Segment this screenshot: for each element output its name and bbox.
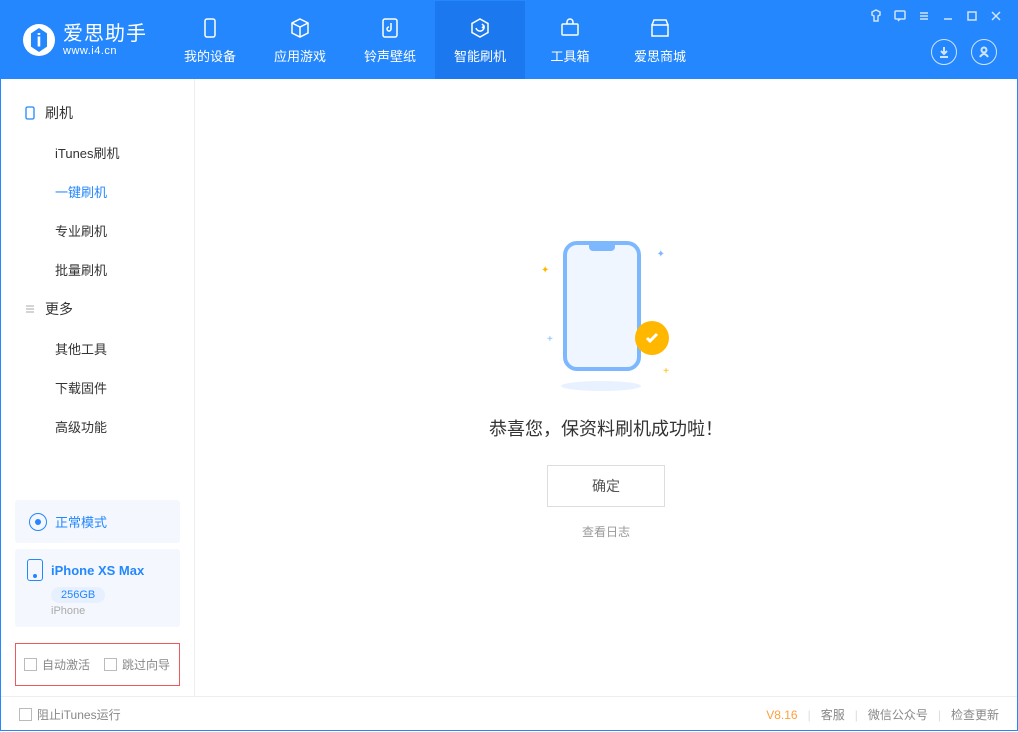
download-icon[interactable]: [931, 39, 957, 65]
footer-link-wechat[interactable]: 微信公众号: [868, 706, 928, 723]
checkbox-label: 自动激活: [42, 656, 90, 673]
nav-label: 爱思商城: [634, 46, 686, 65]
checkbox-auto-activate[interactable]: 自动激活: [24, 656, 90, 673]
device-card[interactable]: iPhone XS Max 256GB iPhone: [15, 549, 180, 627]
svg-text:i: i: [36, 30, 41, 51]
sidebar-group-label: 刷机: [45, 103, 73, 123]
app-url: www.i4.cn: [63, 45, 147, 57]
feedback-icon[interactable]: [893, 9, 907, 23]
minimize-icon[interactable]: [941, 9, 955, 23]
menu-icon[interactable]: [917, 9, 931, 23]
nav-store[interactable]: 爱思商城: [615, 1, 705, 79]
footer-link-support[interactable]: 客服: [821, 706, 845, 723]
header-actions: [931, 39, 997, 65]
storage-badge: 256GB: [51, 587, 105, 603]
device-icon: [27, 559, 43, 581]
sidebar-item-pro-flash[interactable]: 专业刷机: [1, 211, 194, 250]
checkbox-skip-guide[interactable]: 跳过向导: [104, 656, 170, 673]
sidebar-group-more: 更多: [1, 289, 194, 329]
nav-label: 智能刷机: [454, 46, 506, 65]
maximize-icon[interactable]: [965, 9, 979, 23]
view-log-link[interactable]: 查看日志: [582, 523, 630, 540]
nav-smart-flash[interactable]: 智能刷机: [435, 1, 525, 79]
nav-ringtone-wallpaper[interactable]: 铃声壁纸: [345, 1, 435, 79]
status-bar: 阻止iTunes运行 V8.16 | 客服 | 微信公众号 | 检查更新: [1, 696, 1017, 732]
checkbox-label: 阻止iTunes运行: [37, 706, 121, 723]
sidebar: 刷机 iTunes刷机 一键刷机 专业刷机 批量刷机 更多 其他工具 下载固件 …: [1, 79, 195, 696]
mode-icon: [29, 513, 47, 531]
list-icon: [23, 302, 37, 316]
window-controls: [869, 9, 1003, 23]
sidebar-item-itunes-flash[interactable]: iTunes刷机: [1, 133, 194, 172]
checkbox-icon: [24, 658, 37, 671]
checkbox-label: 跳过向导: [122, 656, 170, 673]
nav-label: 铃声壁纸: [364, 46, 416, 65]
main-content: ✦✦++ 恭喜您，保资料刷机成功啦！ 确定 查看日志: [195, 79, 1017, 696]
device-small-icon: [23, 106, 37, 120]
sidebar-group-flash: 刷机: [1, 93, 194, 133]
checkbox-block-itunes[interactable]: 阻止iTunes运行: [19, 706, 121, 723]
sidebar-item-advanced[interactable]: 高级功能: [1, 407, 194, 446]
refresh-icon: [468, 16, 492, 40]
nav-toolbox[interactable]: 工具箱: [525, 1, 615, 79]
sidebar-item-batch-flash[interactable]: 批量刷机: [1, 250, 194, 289]
nav-label: 工具箱: [550, 46, 589, 65]
skin-icon[interactable]: [869, 9, 883, 23]
sidebar-item-oneclick-flash[interactable]: 一键刷机: [1, 172, 194, 211]
checkbox-icon: [104, 658, 117, 671]
highlighted-options: 自动激活 跳过向导: [15, 643, 180, 686]
ok-button[interactable]: 确定: [547, 465, 665, 507]
mode-card[interactable]: 正常模式: [15, 500, 180, 543]
nav-label: 我的设备: [184, 46, 236, 65]
success-message: 恭喜您，保资料刷机成功啦！: [489, 415, 723, 441]
device-type: iPhone: [51, 605, 168, 617]
app-logo: i 爱思助手 www.i4.cn: [1, 1, 165, 79]
cube-icon: [288, 16, 312, 40]
store-icon: [648, 16, 672, 40]
success-illustration: ✦✦++: [541, 235, 671, 385]
logo-icon: i: [23, 24, 55, 56]
sidebar-item-other-tools[interactable]: 其他工具: [1, 329, 194, 368]
app-name: 爱思助手: [63, 23, 147, 45]
title-bar: i 爱思助手 www.i4.cn 我的设备 应用游戏 铃声壁纸 智能刷机 工具箱: [1, 1, 1017, 79]
close-icon[interactable]: [989, 9, 1003, 23]
music-icon: [378, 16, 402, 40]
toolbox-icon: [558, 16, 582, 40]
version-label: V8.16: [766, 708, 797, 722]
check-icon: [635, 321, 669, 355]
user-icon[interactable]: [971, 39, 997, 65]
nav-my-device[interactable]: 我的设备: [165, 1, 255, 79]
nav-label: 应用游戏: [274, 46, 326, 65]
device-name: iPhone XS Max: [51, 563, 144, 578]
footer-link-update[interactable]: 检查更新: [951, 706, 999, 723]
sidebar-group-label: 更多: [45, 299, 73, 319]
checkbox-icon: [19, 708, 32, 721]
phone-icon: [198, 16, 222, 40]
main-nav: 我的设备 应用游戏 铃声壁纸 智能刷机 工具箱 爱思商城: [165, 1, 705, 79]
mode-label: 正常模式: [55, 512, 107, 531]
sidebar-item-download-firmware[interactable]: 下载固件: [1, 368, 194, 407]
nav-apps-games[interactable]: 应用游戏: [255, 1, 345, 79]
